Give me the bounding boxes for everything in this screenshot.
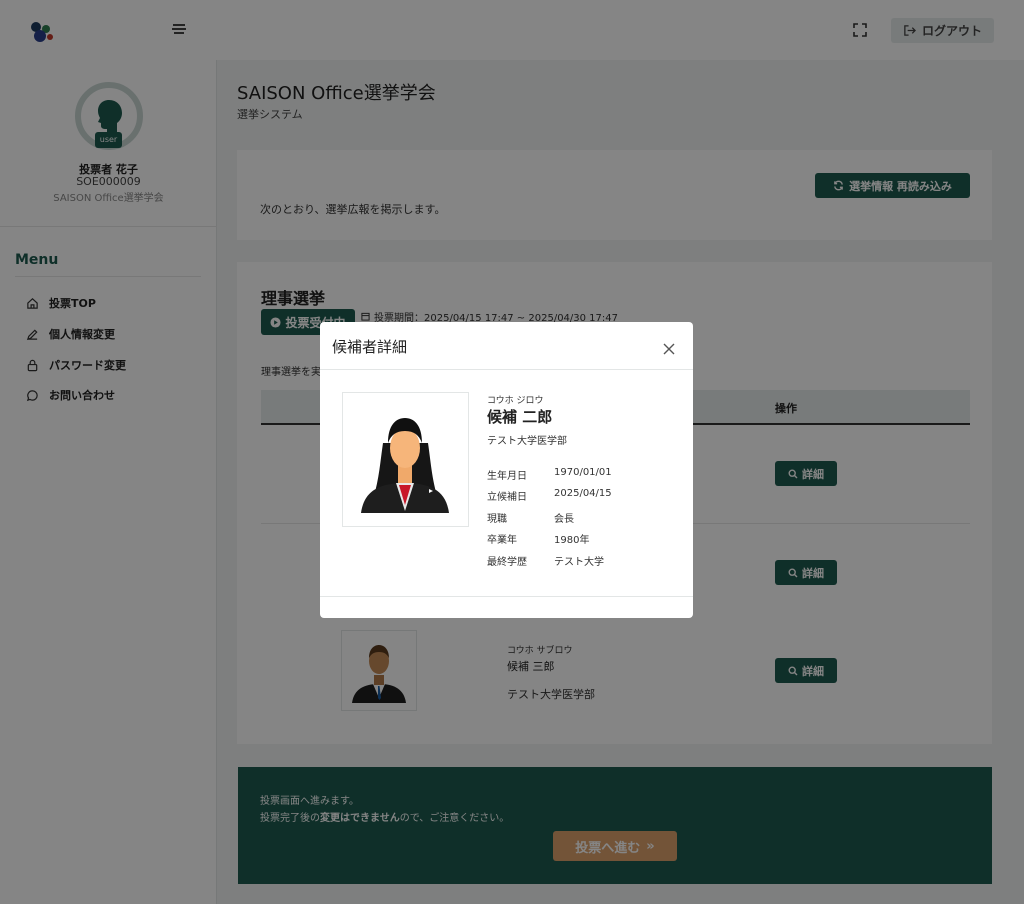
detail-value: 会長 xyxy=(554,514,574,525)
detail-key: 最終学歴 xyxy=(487,557,527,568)
detail-value: テスト大学 xyxy=(554,557,604,568)
modal-divider xyxy=(320,369,693,370)
detail-value: 2025/04/15 xyxy=(554,488,612,499)
detail-key: 現職 xyxy=(487,514,507,525)
detail-key: 生年月日 xyxy=(487,471,527,482)
detail-key: 卒業年 xyxy=(487,535,517,546)
detail-row-graduation-year: 卒業年 1980年 xyxy=(487,531,589,546)
candidate-name: 候補 二郎 xyxy=(487,408,553,426)
detail-value: 1980年 xyxy=(554,535,590,546)
detail-key: 立候補日 xyxy=(487,492,527,503)
close-icon[interactable] xyxy=(661,341,677,357)
candidate-photo xyxy=(342,392,469,527)
female-avatar-icon xyxy=(361,418,449,513)
detail-row-candidacy-date: 立候補日 2025/04/15 xyxy=(487,488,612,503)
modal-title: 候補者詳細 xyxy=(332,338,408,356)
candidate-kana: コウホ ジロウ xyxy=(487,396,544,406)
candidate-detail-modal: 候補者詳細 コウホ ジロウ 候補 二郎 テスト大学医学部 生年月日 1970/0… xyxy=(320,322,693,618)
candidate-faculty: テスト大学医学部 xyxy=(487,436,567,447)
detail-row-education: 最終学歴 テスト大学 xyxy=(487,553,604,568)
detail-row-position: 現職 会長 xyxy=(487,510,574,525)
modal-footer-divider xyxy=(320,596,693,597)
detail-value: 1970/01/01 xyxy=(554,467,612,478)
detail-row-birthdate: 生年月日 1970/01/01 xyxy=(487,467,612,482)
